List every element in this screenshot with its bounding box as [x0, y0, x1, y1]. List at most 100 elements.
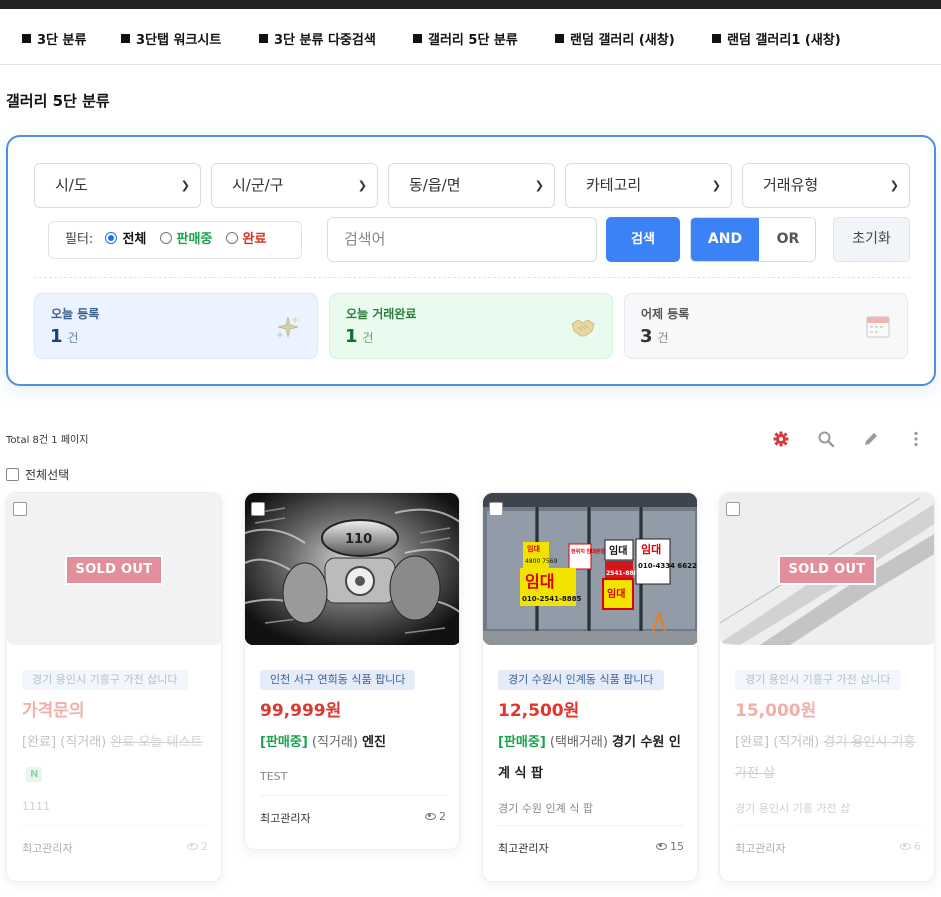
search-panel: 시/도 ❯ 시/군/구 ❯ 동/읍/면 ❯ 카테고리 ❯ 거래유형 ❯ 필터: 전체 판매…: [6, 135, 936, 386]
sign-text: 임대: [607, 587, 625, 600]
calendar-icon: [866, 316, 890, 338]
card-footer: 최고관리자 6: [735, 825, 921, 856]
search-button[interactable]: 검색: [606, 217, 680, 262]
sign-text: 010-2541-8885: [522, 595, 582, 603]
top-dark-bar: [0, 0, 941, 9]
card-checkbox[interactable]: [251, 502, 265, 516]
menu-item-gallery-5-category[interactable]: 갤러리 5단 분류: [413, 29, 518, 48]
checkbox-icon[interactable]: [6, 468, 19, 481]
card-footer: 최고관리자 2: [22, 825, 208, 856]
region-tag: 경기 수원시 인계동 식품 팝니다: [498, 670, 664, 690]
card-views: 2: [425, 810, 446, 823]
region-tag: 경기 용인시 기흥구 가전 삽니다: [735, 670, 901, 690]
engine-badge-text: 110: [345, 532, 372, 547]
square-bullet-icon: [22, 34, 31, 43]
city-select[interactable]: 시/군/구 ❯: [211, 163, 378, 208]
card-title[interactable]: [완료] (직거래) 경기 용인시 기흥 가전 삽: [735, 727, 927, 789]
storefront-photo: 임대 4800 7569 현위치 임대분양 임대 2541-8885 임대 01…: [483, 493, 697, 645]
card-price: 15,000원: [735, 701, 817, 721]
card-price: 12,500원: [498, 701, 580, 721]
and-button[interactable]: AND: [691, 218, 759, 261]
radio-checked-icon[interactable]: [105, 232, 118, 244]
gallery-card[interactable]: SOLD OUT 경기 용인시 기흥구 가전 삽니다 가격문의 [완료] (직거…: [6, 492, 222, 882]
square-bullet-icon: [413, 34, 422, 43]
card-checkbox[interactable]: [13, 502, 27, 516]
more-vertical-icon[interactable]: [907, 430, 925, 448]
sign-text: 현위치 임대분양: [571, 548, 605, 555]
card-thumbnail[interactable]: 110: [245, 493, 459, 645]
card-author: 최고관리자: [498, 842, 549, 855]
card-title[interactable]: [판매중] (직거래) 엔진: [260, 727, 452, 758]
square-bullet-icon: [555, 34, 564, 43]
sign-text: 임대: [641, 542, 661, 556]
sign-text: 임대: [525, 572, 554, 591]
card-author: 최고관리자: [735, 842, 786, 855]
card-thumbnail[interactable]: SOLD OUT: [720, 493, 934, 645]
or-button[interactable]: OR: [759, 218, 815, 261]
handshake-icon: [571, 319, 595, 337]
card-checkbox[interactable]: [489, 502, 503, 516]
select-all[interactable]: 전체선택: [6, 466, 69, 483]
town-select[interactable]: 동/읍/면 ❯: [388, 163, 555, 208]
eye-icon: [900, 843, 911, 850]
card-footer: 최고관리자 2: [260, 795, 446, 826]
reset-button[interactable]: 초기화: [833, 217, 910, 262]
filter-option-all[interactable]: 전체: [105, 232, 155, 247]
card-title[interactable]: [판매중] (택배거래) 경기 수원 인계 식 팝: [498, 727, 690, 789]
sold-out-badge: SOLD OUT: [778, 555, 876, 585]
card-views: 2: [187, 840, 208, 853]
card-views: 6: [900, 840, 921, 853]
keyword-input[interactable]: 검색어: [327, 217, 597, 262]
card-description: TEST: [260, 770, 288, 783]
stat-yesterday-registered: 어제 등록 3건: [624, 293, 908, 359]
sign-text: 4800 7569: [525, 558, 558, 565]
province-select[interactable]: 시/도 ❯: [34, 163, 201, 208]
search-icon[interactable]: [817, 430, 835, 448]
eye-icon: [187, 843, 198, 850]
card-description: 경기 용인시 기흥 가전 삽: [735, 802, 851, 815]
trade-type-select[interactable]: 거래유형 ❯: [742, 163, 910, 208]
and-or-toggle: AND OR: [690, 217, 816, 262]
card-author: 최고관리자: [260, 812, 311, 825]
page-title: 갤러리 5단 분류: [6, 92, 110, 110]
gallery-card[interactable]: SOLD OUT 경기 용인시 기흥구 가전 삽니다 15,000원 [완료] …: [719, 492, 935, 882]
chevron-down-icon: ❯: [357, 179, 367, 192]
menu-item-random-gallery-1[interactable]: 랜덤 갤러리1 (새창): [712, 29, 841, 48]
chevron-down-icon: ❯: [711, 179, 721, 192]
filter-option-sale[interactable]: 판매중: [159, 232, 222, 247]
chevron-down-icon: ❯: [180, 179, 190, 192]
region-tag: 경기 용인시 기흥구 가전 삽니다: [22, 670, 188, 690]
card-description: 1111: [22, 800, 50, 813]
menu-item-3-category[interactable]: 3단 분류: [22, 29, 86, 48]
menu-item-3-tab-worksheet[interactable]: 3단탭 워크시트: [121, 29, 221, 48]
sign-text: 임대: [527, 544, 540, 553]
card-price: 가격문의: [22, 701, 85, 721]
region-tag: 인천 서구 연희동 식품 팝니다: [260, 670, 416, 690]
pencil-icon[interactable]: [862, 430, 880, 448]
card-views: 15: [656, 840, 684, 853]
square-bullet-icon: [712, 34, 721, 43]
eye-icon: [425, 813, 436, 820]
radio-icon[interactable]: [225, 232, 238, 244]
stat-today-registered: 오늘 등록 1건: [34, 293, 318, 359]
gallery-card[interactable]: 임대 4800 7569 현위치 임대분양 임대 2541-8885 임대 01…: [482, 492, 698, 882]
menu-item-random-gallery[interactable]: 랜덤 갤러리 (새창): [555, 29, 675, 48]
filter-option-done[interactable]: 완료: [225, 232, 276, 247]
eye-icon: [656, 843, 667, 850]
stat-today-completed: 오늘 거래완료 1건: [329, 293, 613, 359]
filter-label: 필터:: [65, 232, 94, 247]
gear-icon[interactable]: [772, 430, 790, 448]
card-thumbnail[interactable]: SOLD OUT: [7, 493, 221, 645]
gallery-card[interactable]: 110 인천 서구 연희동 식품 팝니다 99,999원 [판매중] (직거래)…: [244, 492, 460, 850]
card-footer: 최고관리자 15: [498, 825, 684, 856]
radio-icon[interactable]: [159, 232, 172, 244]
card-title[interactable]: [완료] (직거래) 완료 오늘 테스트N: [22, 727, 214, 789]
square-bullet-icon: [259, 34, 268, 43]
category-select[interactable]: 카테고리 ❯: [565, 163, 732, 208]
square-bullet-icon: [121, 34, 130, 43]
menu-item-3-category-multi-search[interactable]: 3단 분류 다중검색: [259, 29, 376, 48]
card-thumbnail[interactable]: 임대 4800 7569 현위치 임대분양 임대 2541-8885 임대 01…: [483, 493, 697, 645]
total-count: Total 8건 1 페이지: [6, 435, 89, 446]
sign-text: 010-4334 6622: [638, 562, 697, 570]
card-checkbox[interactable]: [726, 502, 740, 516]
